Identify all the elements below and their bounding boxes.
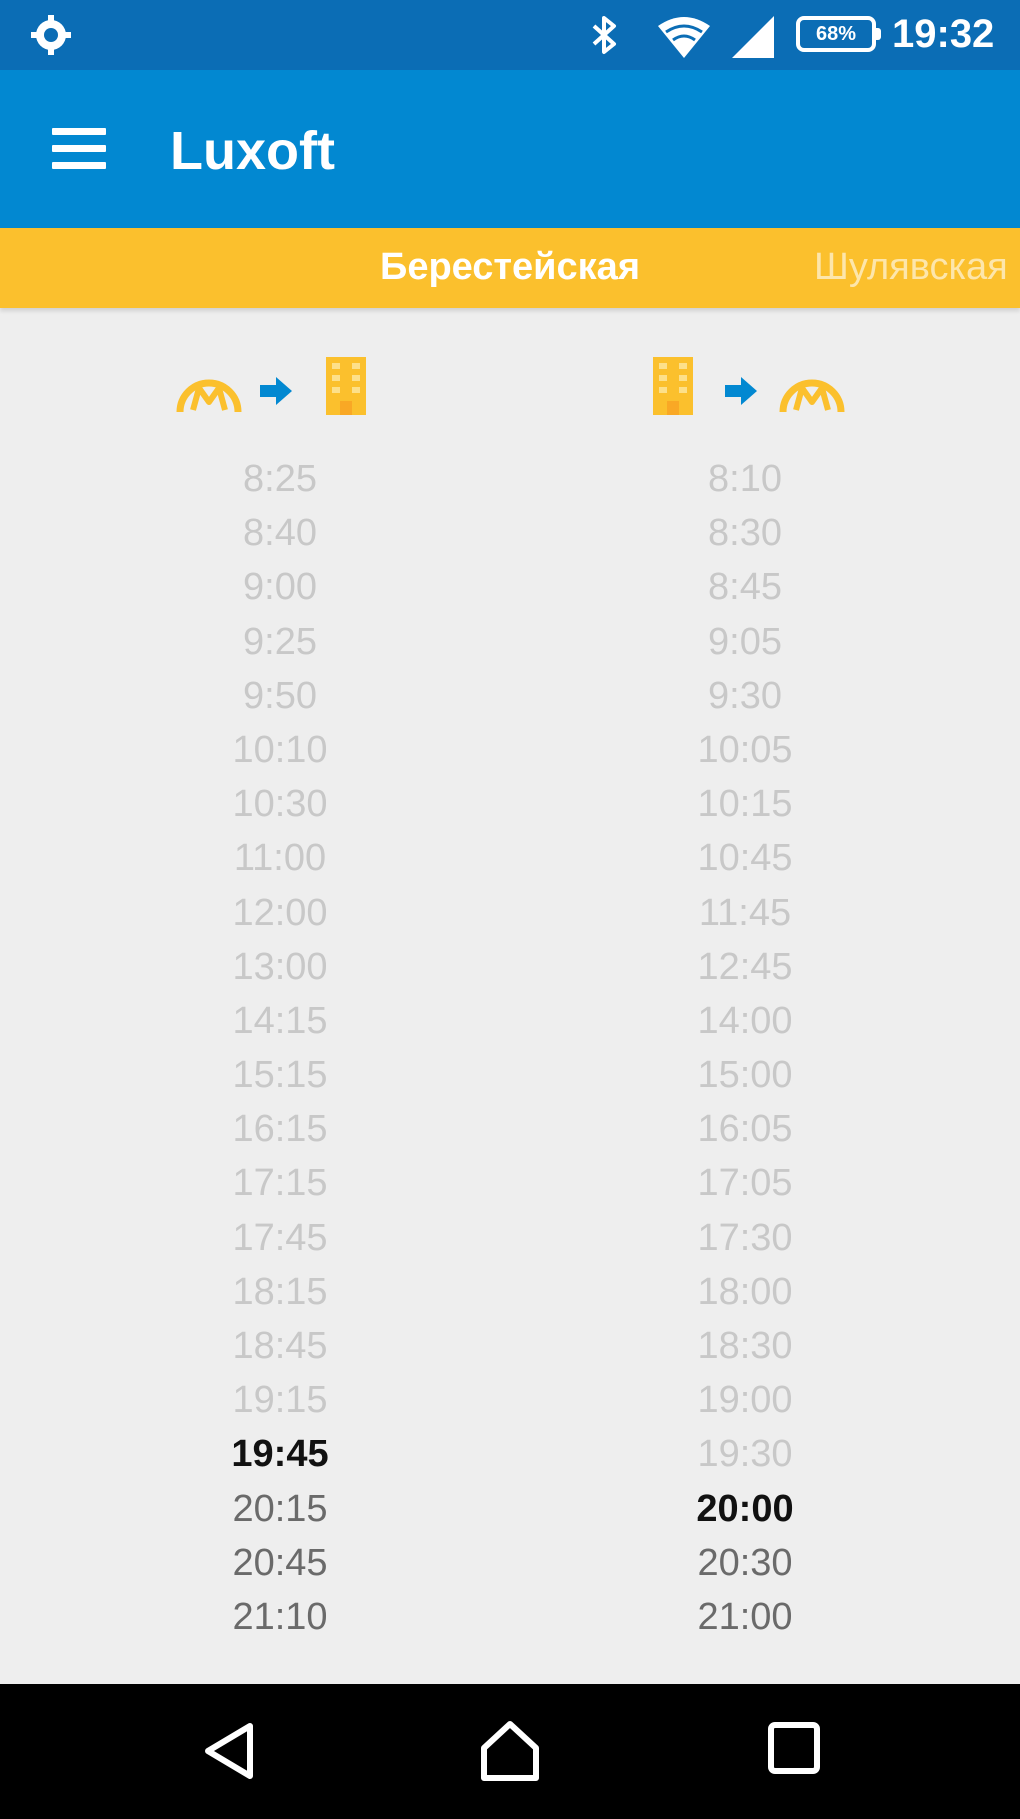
departure-time: 9:05 [708,620,782,663]
departure-time: 10:10 [232,728,328,771]
arrow-right-icon [725,377,757,405]
departure-time: 18:15 [232,1270,328,1313]
departure-time: 19:15 [232,1379,328,1422]
office-building-icon [326,357,366,415]
office-building-icon [653,357,693,415]
schedule-column-to-office: 8:25 8:40 9:00 9:25 9:50 10:10 10:30 11:00 12:00… [100,340,460,1640]
schedule-column-to-metro: 8:10 8:30 8:45 9:05 9:30 10:05 10:15 10:45 11:45… [565,340,925,1640]
departure-time: 9:30 [708,674,782,717]
bluetooth-icon [592,16,616,54]
departure-time: 8:25 [243,458,317,500]
direction-header-office-to-metro [565,340,925,450]
departure-time: 21:00 [697,1595,793,1638]
departure-time: 14:00 [697,999,793,1042]
app-title: Luxoft [170,121,335,181]
departure-time: 8:30 [708,512,782,555]
departure-time: 8:40 [243,512,317,555]
departure-time: 13:00 [232,945,328,988]
departure-time: 17:05 [697,1162,793,1205]
status-clock: 19:32 [892,12,995,56]
departure-time: 20:00 [696,1487,794,1530]
departure-time: 11:00 [233,837,327,880]
departure-time: 17:45 [232,1216,328,1259]
departure-time: 12:45 [697,945,793,988]
status-bar: 68% 19:32 [0,0,1020,70]
departure-time: 8:45 [708,566,782,609]
departure-time: 16:15 [232,1108,328,1151]
departure-time: 16:05 [697,1108,793,1151]
recents-icon[interactable] [766,1720,822,1776]
station-tabs: Берестейская Шулявская [0,228,1020,308]
tab-berestejskaya[interactable]: Берестейская [380,246,640,289]
departure-time: 18:45 [232,1325,328,1367]
signal-icon [732,16,774,58]
settings-gear-icon [31,15,71,55]
menu-icon[interactable] [52,128,106,172]
departure-time: 20:30 [697,1541,793,1584]
departure-time: 11:45 [698,891,792,934]
departure-times-list: 8:25 8:40 9:00 9:25 9:50 10:10 10:30 11:00 12:00… [100,452,460,1644]
departure-time: 10:15 [697,783,793,826]
departure-time: 8:10 [708,458,782,500]
arrow-right-icon [260,377,292,405]
departure-time: 10:30 [232,783,328,826]
departure-time: 19:30 [697,1433,793,1476]
wifi-icon [658,17,710,58]
app-bar: Luxoft [0,70,1020,228]
tab-shulyavskaya[interactable]: Шулявская [814,246,1008,289]
departure-time: 19:45 [231,1433,329,1476]
departure-time: 9:25 [243,620,317,663]
departure-time: 10:05 [697,728,793,771]
departure-time: 21:10 [232,1595,328,1638]
back-icon[interactable] [200,1720,260,1782]
departure-time: 15:15 [232,1054,328,1097]
departure-time: 14:15 [232,999,328,1042]
departure-time: 19:00 [697,1379,793,1422]
home-icon[interactable] [478,1720,542,1782]
departure-time: 20:15 [232,1487,328,1530]
departure-time: 17:15 [232,1162,328,1205]
departure-time: 18:30 [697,1325,793,1367]
metro-icon [176,379,242,413]
departure-times-list: 8:10 8:30 8:45 9:05 9:30 10:05 10:15 10:45 11:45… [565,452,925,1644]
departure-time: 17:30 [697,1216,793,1259]
battery-indicator: 68% [796,16,881,52]
departure-time: 9:50 [243,674,317,717]
departure-time: 18:00 [697,1270,793,1313]
system-nav-bar [0,1684,1020,1819]
metro-icon [779,379,845,413]
direction-header-metro-to-office [100,340,460,450]
departure-time: 10:45 [697,837,793,880]
departure-time: 15:00 [697,1054,793,1097]
departure-time: 12:00 [232,891,328,934]
departure-time: 9:00 [243,566,317,609]
departure-time: 20:45 [232,1541,328,1584]
